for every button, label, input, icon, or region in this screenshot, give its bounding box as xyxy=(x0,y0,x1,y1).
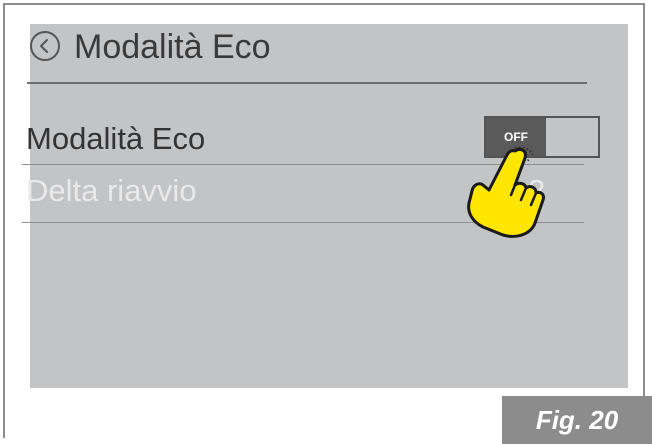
figure-label: Fig. 20 xyxy=(502,396,652,444)
setting-label-eco-mode: Modalità Eco xyxy=(26,121,206,156)
pointing-hand-icon xyxy=(467,146,545,238)
header-divider xyxy=(27,82,587,84)
page-title: Modalità Eco xyxy=(74,28,271,66)
back-button[interactable] xyxy=(30,31,60,61)
chevron-left-icon xyxy=(40,39,48,53)
setting-label-restart-delta: Delta riavvio xyxy=(26,173,197,208)
screen-header: Modalità Eco xyxy=(30,24,590,70)
